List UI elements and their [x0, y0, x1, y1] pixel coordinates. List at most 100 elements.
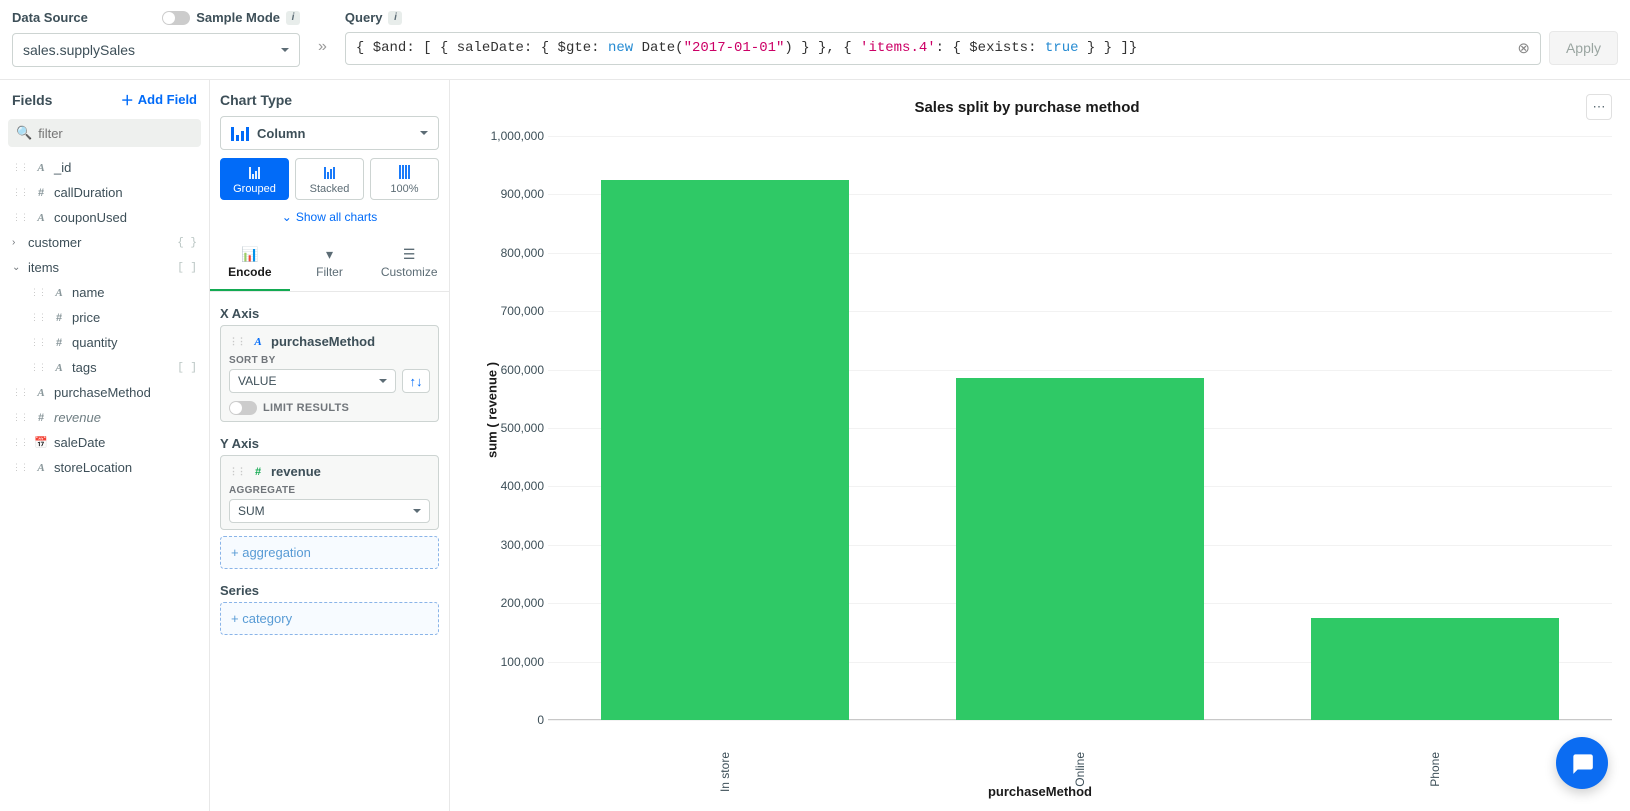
- field-item-items[interactable]: ⌄ items [ ]: [8, 255, 201, 280]
- customize-icon: ☰: [403, 246, 416, 263]
- object-type-icon: { }: [177, 237, 197, 249]
- tab-filter[interactable]: ▾ Filter: [290, 238, 370, 291]
- limit-results-toggle[interactable]: [229, 401, 257, 415]
- field-name: _id: [54, 160, 71, 175]
- query-section: Query i { $and: [ { saleDate: { $gte: ne…: [345, 10, 1618, 65]
- sort-by-select[interactable]: VALUE: [229, 369, 396, 393]
- query-input[interactable]: { $and: [ { saleDate: { $gte: new Date("…: [345, 32, 1541, 65]
- subtype-100pct-button[interactable]: 100%: [370, 158, 439, 200]
- chart-type-select[interactable]: Column: [220, 116, 439, 150]
- subtype-grouped-button[interactable]: Grouped: [220, 158, 289, 200]
- x-axis-dropzone[interactable]: ⋮⋮ A purchaseMethod SORT BY VALUE ↑↓ LIM…: [220, 325, 439, 422]
- grip-icon: ⋮⋮: [12, 212, 28, 223]
- tab-encode[interactable]: 📊 Encode: [210, 238, 290, 291]
- field-name: couponUsed: [54, 210, 127, 225]
- chat-button[interactable]: [1556, 737, 1608, 789]
- fields-filter-input[interactable]: 🔍: [8, 119, 201, 147]
- gridline: [548, 720, 1612, 721]
- y-tick: 300,000: [468, 538, 544, 552]
- string-type-icon: A: [52, 287, 66, 299]
- grip-icon: ⋮⋮: [30, 337, 46, 348]
- fields-filter-text[interactable]: [38, 126, 214, 141]
- field-name: items: [28, 260, 59, 275]
- bar[interactable]: [956, 378, 1204, 720]
- field-item-couponused[interactable]: ⋮⋮ A couponUsed: [8, 205, 201, 230]
- subtype-label: Grouped: [233, 183, 276, 195]
- sample-mode-toggle[interactable]: [162, 11, 190, 25]
- string-type-icon: A: [34, 387, 48, 399]
- grip-icon: ⋮⋮: [229, 466, 245, 477]
- field-item-saledate[interactable]: ⋮⋮ 📅 saleDate: [8, 430, 201, 455]
- grouped-icon: [249, 165, 260, 179]
- tab-label: Filter: [316, 265, 343, 279]
- array-type-icon: [ ]: [177, 262, 197, 274]
- chevron-down-icon: [413, 509, 421, 517]
- y-axis-section: Y Axis ⋮⋮ # revenue AGGREGATE SUM + aggr…: [220, 436, 439, 569]
- aggregate-select[interactable]: SUM: [229, 499, 430, 523]
- bar-online: Online: [903, 136, 1258, 720]
- number-type-icon: #: [34, 187, 48, 199]
- field-item-storelocation[interactable]: ⋮⋮ A storeLocation: [8, 455, 201, 480]
- string-type-icon: A: [34, 212, 48, 224]
- field-item-items-quantity[interactable]: ⋮⋮ # quantity: [8, 330, 201, 355]
- data-source-select[interactable]: sales.supplySales: [12, 33, 300, 67]
- series-section: Series + category: [220, 583, 439, 635]
- x-axis-field[interactable]: ⋮⋮ A purchaseMethod: [229, 332, 430, 355]
- grip-icon: ⋮⋮: [12, 437, 28, 448]
- clear-query-icon[interactable]: ⊗: [1517, 39, 1530, 58]
- string-type-icon: A: [52, 362, 66, 374]
- y-tick: 400,000: [468, 479, 544, 493]
- field-item-items-tags[interactable]: ⋮⋮ A tags [ ]: [8, 355, 201, 380]
- field-item-items-name[interactable]: ⋮⋮ A name: [8, 280, 201, 305]
- bar[interactable]: [1311, 618, 1559, 720]
- x-tick: In store: [718, 752, 732, 792]
- field-name: purchaseMethod: [54, 385, 151, 400]
- field-item-revenue[interactable]: ⋮⋮ # revenue: [8, 405, 201, 430]
- chevron-down-icon: [281, 48, 289, 56]
- tab-label: Customize: [381, 265, 438, 279]
- aggregate-label: AGGREGATE: [229, 485, 430, 496]
- add-category-button[interactable]: + category: [220, 602, 439, 635]
- chart-area: sum ( revenue ) In storeOnlinePhone 0100…: [468, 136, 1612, 780]
- add-aggregation-button[interactable]: + aggregation: [220, 536, 439, 569]
- grip-icon: ⋮⋮: [12, 412, 28, 423]
- y-tick: 100,000: [468, 655, 544, 669]
- query-token: 'items.4': [860, 40, 936, 56]
- apply-button[interactable]: Apply: [1549, 31, 1618, 65]
- chart-menu-button[interactable]: ⋯: [1586, 94, 1612, 120]
- info-icon[interactable]: i: [286, 11, 300, 25]
- field-item-id[interactable]: ⋮⋮ A _id: [8, 155, 201, 180]
- field-name: quantity: [72, 335, 118, 350]
- sort-direction-button[interactable]: ↑↓: [402, 369, 430, 393]
- date-type-icon: 📅: [34, 436, 48, 449]
- series-label: Series: [220, 583, 439, 598]
- subtype-stacked-button[interactable]: Stacked: [295, 158, 364, 200]
- subtype-label: Stacked: [310, 183, 350, 195]
- grip-icon: ⋮⋮: [12, 387, 28, 398]
- y-tick: 1,000,000: [468, 129, 544, 143]
- sample-mode-label: Sample Mode: [196, 10, 280, 25]
- y-tick: 900,000: [468, 187, 544, 201]
- y-axis-field[interactable]: ⋮⋮ # revenue: [229, 462, 430, 485]
- grip-icon: ⋮⋮: [12, 162, 28, 173]
- y-tick: 600,000: [468, 363, 544, 377]
- field-item-purchasemethod[interactable]: ⋮⋮ A purchaseMethod: [8, 380, 201, 405]
- add-category-label: category: [242, 611, 292, 626]
- field-item-items-price[interactable]: ⋮⋮ # price: [8, 305, 201, 330]
- bar-phone: Phone: [1257, 136, 1612, 720]
- field-item-customer[interactable]: › customer { }: [8, 230, 201, 255]
- pct-icon: [399, 165, 410, 179]
- y-axis-dropzone[interactable]: ⋮⋮ # revenue AGGREGATE SUM: [220, 455, 439, 530]
- info-icon[interactable]: i: [388, 11, 402, 25]
- show-all-charts-link[interactable]: ⌄ Show all charts: [220, 210, 439, 224]
- tab-customize[interactable]: ☰ Customize: [369, 238, 449, 291]
- bar[interactable]: [601, 180, 849, 720]
- field-name: name: [72, 285, 105, 300]
- field-name: storeLocation: [54, 460, 132, 475]
- field-name: callDuration: [54, 185, 123, 200]
- add-field-button[interactable]: ＋ Add Field: [121, 90, 197, 109]
- plot-area: In storeOnlinePhone: [548, 136, 1612, 720]
- number-type-icon: #: [251, 466, 265, 478]
- config-panel: Chart Type Column Grouped Stacked 100%: [210, 80, 450, 811]
- field-item-callduration[interactable]: ⋮⋮ # callDuration: [8, 180, 201, 205]
